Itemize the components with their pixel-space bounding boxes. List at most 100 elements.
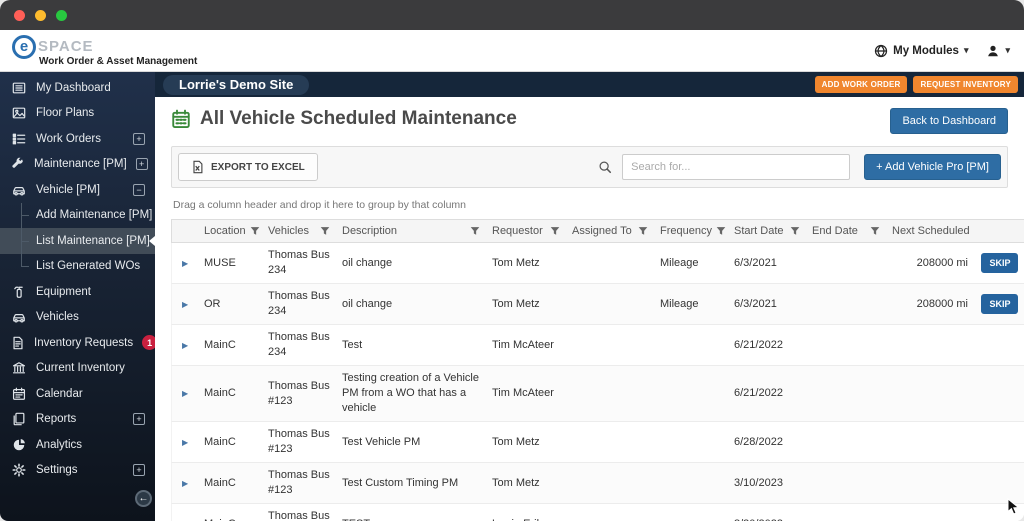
filter-funnel-icon[interactable] [320, 226, 330, 236]
expander-icon[interactable]: + [133, 413, 145, 425]
column-header-location[interactable]: Location [198, 220, 262, 242]
cell-assigned-to [566, 299, 654, 309]
user-icon [986, 44, 1000, 58]
cell-assigned-to [566, 340, 654, 350]
user-menu[interactable]: ▾ [986, 44, 1010, 58]
skip-button[interactable]: SKIP [981, 253, 1018, 273]
expander-icon[interactable]: + [133, 133, 145, 145]
cell-vehicles: Thomas Bus #123 [262, 504, 336, 521]
sidebar-item-label: Floor Plans [36, 107, 94, 119]
sidebar-item-vehicles[interactable]: Vehicles [0, 305, 155, 331]
cell-end-date [806, 258, 886, 268]
main-area: Lorrie's Demo Site ADD WORK ORDER REQUES… [155, 72, 1024, 521]
request-inventory-button[interactable]: REQUEST INVENTORY [913, 76, 1018, 93]
expander-icon[interactable]: + [133, 464, 145, 476]
window-maximize-button[interactable] [56, 10, 67, 21]
sidebar-item-add-maintenance-pm[interactable]: Add Maintenance [PM] [0, 203, 155, 229]
column-header-assigned-to[interactable]: Assigned To [566, 220, 654, 242]
table-row[interactable]: ▶MainCThomas Bus #123Test Vehicle PMTom … [171, 422, 1024, 463]
table-row[interactable]: ▶MainCThomas Bus #123Testing creation of… [171, 366, 1024, 422]
app-header: e SPACE Work Order & Asset Management My… [0, 30, 1024, 72]
sidebar-item-calendar[interactable]: Calendar [0, 381, 155, 407]
sidebar-item-label: Calendar [36, 388, 83, 400]
window-close-button[interactable] [14, 10, 25, 21]
skip-button[interactable]: SKIP [981, 294, 1018, 314]
cell-start-date: 8/30/2023 [728, 512, 806, 521]
back-to-dashboard-button[interactable]: Back to Dashboard [890, 108, 1008, 134]
my-modules-menu[interactable]: My Modules ▾ [874, 44, 968, 58]
row-expand-icon[interactable]: ▶ [172, 430, 198, 455]
cell-start-date: 6/3/2021 [728, 251, 806, 276]
filter-funnel-icon[interactable] [550, 226, 560, 236]
expander-icon[interactable]: + [136, 158, 148, 170]
sidebar-item-work-orders[interactable]: Work Orders + [0, 126, 155, 152]
cell-assigned-to [566, 478, 654, 488]
cell-start-date: 6/21/2022 [728, 381, 806, 406]
row-expand-icon[interactable]: ▶ [172, 512, 198, 521]
sidebar-item-current-inventory[interactable]: Current Inventory [0, 356, 155, 382]
expander-icon[interactable]: − [133, 184, 145, 196]
column-header-vehicles[interactable]: Vehicles [262, 220, 336, 242]
tree-line [21, 254, 22, 267]
sidebar-item-analytics[interactable]: Analytics [0, 432, 155, 458]
cell-start-date: 6/28/2022 [728, 430, 806, 455]
column-header-end-date[interactable]: End Date [806, 220, 886, 242]
table-row[interactable]: ▶ORThomas Bus 234oil changeTom MetzMilea… [171, 284, 1024, 325]
notification-badge: 1 [142, 335, 155, 350]
site-name: Lorrie's Demo Site [163, 75, 309, 95]
cell-end-date [806, 389, 886, 399]
row-expand-icon[interactable]: ▶ [172, 333, 198, 358]
sidebar-item-reports[interactable]: Reports + [0, 407, 155, 433]
row-expand-icon[interactable]: ▶ [172, 381, 198, 406]
filter-funnel-icon[interactable] [638, 226, 648, 236]
filter-funnel-icon[interactable] [870, 226, 880, 236]
sidebar-item-label: Reports [36, 413, 76, 425]
sidebar-item-settings[interactable]: Settings+ [0, 458, 155, 484]
window-chrome [0, 0, 1024, 30]
search-icon[interactable] [588, 160, 622, 174]
column-header-next-scheduled[interactable]: Next Scheduled [886, 220, 974, 242]
cell-vehicles: Thomas Bus #123 [262, 422, 336, 462]
row-expand-icon[interactable]: ▶ [172, 471, 198, 496]
sidebar-item-my-dashboard[interactable]: My Dashboard [0, 75, 155, 101]
export-to-excel-button[interactable]: EXPORT TO EXCEL [178, 153, 318, 181]
column-header-start-date[interactable]: Start Date [728, 220, 806, 242]
sidebar-item-floor-plans[interactable]: Floor Plans [0, 101, 155, 127]
column-header-description[interactable]: Description [336, 220, 486, 242]
sidebar-item-inventory-requests[interactable]: Inventory Requests1 [0, 330, 155, 356]
sidebar-item-label: List Generated WOs [36, 260, 140, 272]
column-label: Description [342, 225, 397, 237]
filter-funnel-icon[interactable] [470, 226, 480, 236]
window-minimize-button[interactable] [35, 10, 46, 21]
add-vehicle-pm-button[interactable]: + Add Vehicle Pro [PM] [864, 154, 1001, 180]
column-header-requestor[interactable]: Requestor [486, 220, 566, 242]
cell-end-date [806, 299, 886, 309]
cell-next-scheduled: 208000 mi [886, 251, 974, 276]
cell-next-scheduled [886, 389, 974, 399]
sidebar-item-maintenance-pm[interactable]: Maintenance [PM]+ [0, 152, 155, 178]
table-row[interactable]: ▶MainCThomas Bus #123Test Custom Timing … [171, 463, 1024, 504]
page-content: All Vehicle Scheduled Maintenance Back t… [155, 97, 1024, 521]
row-expand-icon[interactable]: ▶ [172, 292, 198, 317]
sidebar-collapse-button[interactable]: ← [135, 490, 152, 507]
search-input[interactable] [622, 154, 850, 180]
cell-requestor: Lorrie Eriksen [486, 512, 566, 521]
table-row[interactable]: ▶MainCThomas Bus #123TESTLorrie Eriksen8… [171, 504, 1024, 521]
calendar-green-icon [171, 109, 191, 129]
cell-next-scheduled [886, 437, 974, 447]
sidebar-item-equipment[interactable]: Equipment [0, 279, 155, 305]
filter-funnel-icon[interactable] [250, 226, 260, 236]
column-header-frequency[interactable]: Frequency [654, 220, 728, 242]
sidebar-item-label: Work Orders [36, 133, 101, 145]
table-row[interactable]: ▶MainCThomas Bus 234TestTim McAteer6/21/… [171, 325, 1024, 366]
sidebar-item-list-generated-wos[interactable]: List Generated WOs [0, 254, 155, 280]
filter-funnel-icon[interactable] [790, 226, 800, 236]
filter-funnel-icon[interactable] [716, 226, 726, 236]
sidebar-item-list-maintenance-pm[interactable]: List Maintenance [PM] [0, 228, 155, 254]
column-label: Next Scheduled [892, 225, 970, 237]
add-work-order-button[interactable]: ADD WORK ORDER [815, 76, 908, 93]
table-row[interactable]: ▶MUSEThomas Bus 234oil changeTom MetzMil… [171, 243, 1024, 284]
cell-end-date [806, 340, 886, 350]
row-expand-icon[interactable]: ▶ [172, 251, 198, 276]
sidebar-item-vehicle-pm[interactable]: Vehicle [PM]− [0, 177, 155, 203]
